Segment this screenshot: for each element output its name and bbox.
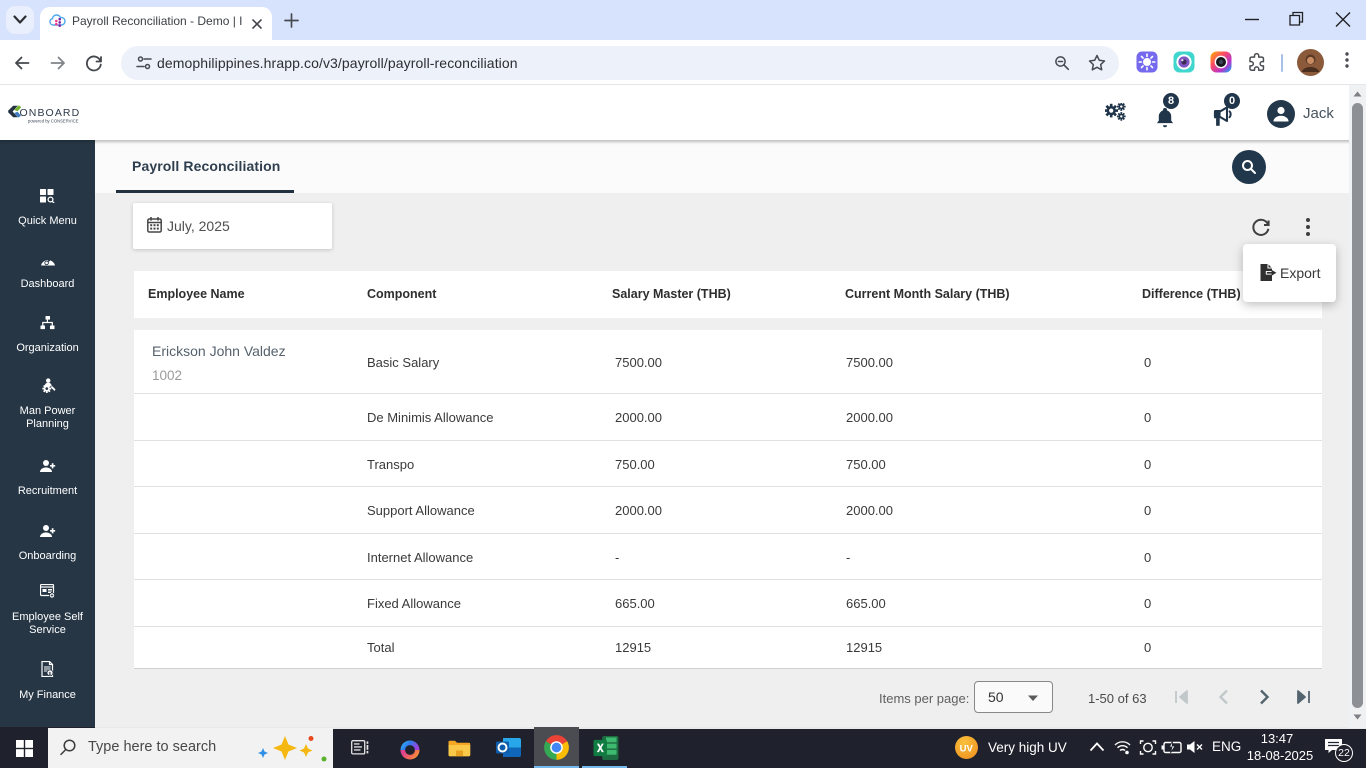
svg-text:UV: UV: [960, 743, 974, 754]
svg-text:powered by CONSERVICE: powered by CONSERVICE: [28, 119, 79, 124]
svg-text:ONBOARD: ONBOARD: [20, 107, 81, 119]
